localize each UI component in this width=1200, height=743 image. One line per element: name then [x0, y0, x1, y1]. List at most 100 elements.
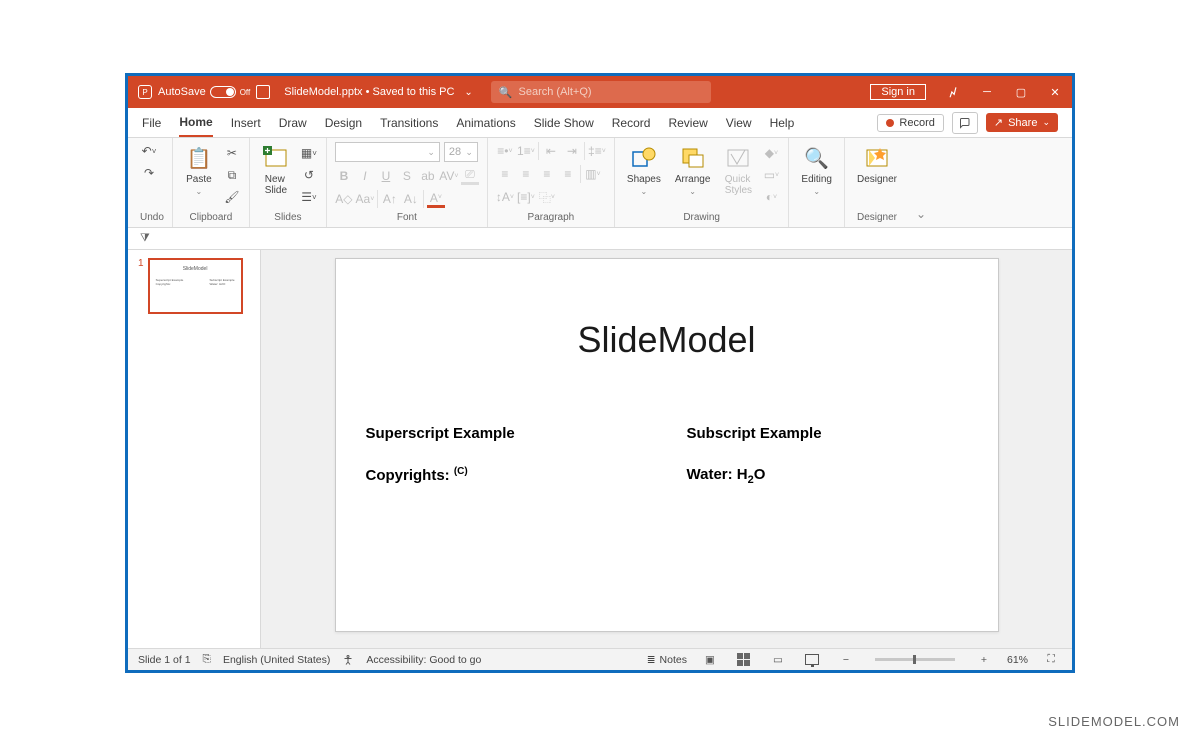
font-color-button[interactable]: A˅: [427, 190, 445, 208]
slide-title[interactable]: SlideModel: [366, 319, 968, 361]
line-spacing-button[interactable]: ‡≡˅: [588, 142, 606, 160]
slide-right-textbox[interactable]: Subscript Example Water: H2O: [687, 425, 968, 486]
shadow-button[interactable]: ab: [419, 167, 437, 185]
zoom-slider[interactable]: [875, 658, 955, 661]
sorter-view-button[interactable]: [733, 652, 755, 668]
toggle-pill-icon: [210, 86, 236, 98]
bold-button[interactable]: B: [335, 167, 353, 185]
fit-to-window-button[interactable]: ⛶: [1040, 652, 1062, 668]
reading-view-button[interactable]: ▭: [767, 652, 789, 668]
chevron-down-icon[interactable]: ⌄: [464, 87, 472, 98]
slideshow-view-button[interactable]: [801, 652, 823, 668]
group-paragraph: ≡•˅ 1≡˅ ⇤ ⇥ ‡≡˅ ≡ ≡ ≡ ≡ ▥˅: [488, 138, 615, 227]
grow-font-button[interactable]: A↑: [381, 190, 399, 208]
columns-button[interactable]: ▥˅: [584, 165, 602, 183]
signin-button[interactable]: Sign in: [870, 84, 926, 100]
tab-animations[interactable]: Animations: [456, 116, 515, 130]
clear-format-button[interactable]: A◇: [335, 190, 353, 208]
char-spacing-button[interactable]: AV˅: [440, 167, 458, 185]
search-icon: 🔍: [803, 144, 831, 172]
numbering-button[interactable]: 1≡˅: [517, 142, 535, 160]
tab-draw[interactable]: Draw: [279, 116, 307, 130]
reset-button[interactable]: ↺: [300, 166, 318, 184]
tab-record[interactable]: Record: [612, 116, 651, 130]
shapes-button[interactable]: Shapes⌄: [623, 142, 665, 198]
share-button[interactable]: ↗ Share ⌄: [986, 113, 1058, 132]
designer-button[interactable]: Designer: [853, 142, 901, 187]
group-label-clipboard: Clipboard: [181, 212, 241, 225]
normal-view-button[interactable]: ▣: [699, 652, 721, 668]
change-case-button[interactable]: Aa˅: [356, 190, 374, 208]
font-name-select[interactable]: ⌄: [335, 142, 440, 162]
tab-transitions[interactable]: Transitions: [380, 116, 438, 130]
qat-customize-button[interactable]: ⧩: [140, 232, 150, 245]
align-center-button[interactable]: ≡: [517, 165, 535, 183]
autosave-toggle[interactable]: AutoSave Off: [158, 86, 250, 98]
language-button[interactable]: English (United States): [223, 654, 330, 666]
shape-fill-button[interactable]: ◆˅: [762, 144, 780, 162]
tab-review[interactable]: Review: [668, 116, 707, 130]
cut-button[interactable]: ✂: [223, 144, 241, 162]
align-right-button[interactable]: ≡: [538, 165, 556, 183]
italic-button[interactable]: I: [356, 167, 374, 185]
maximize-button[interactable]: ▢: [1004, 76, 1038, 108]
slide-canvas-area[interactable]: SlideModel Superscript Example Copyright…: [261, 250, 1072, 648]
text-direction-button[interactable]: ↕A˅: [496, 188, 514, 206]
slide-left-textbox[interactable]: Superscript Example Copyrights: (C): [366, 425, 647, 486]
group-drawing: Shapes⌄ Arrange⌄ Quick Styles ◆˅ ▭˅: [615, 138, 790, 227]
tab-insert[interactable]: Insert: [231, 116, 261, 130]
slide-thumbnail-1[interactable]: SlideModel Superscript Example Copyright…: [148, 258, 243, 314]
shape-outline-button[interactable]: ▭˅: [762, 166, 780, 184]
align-left-button[interactable]: ≡: [496, 165, 514, 183]
filename[interactable]: SlideModel.pptx • Saved to this PC: [284, 86, 454, 98]
smartart-button[interactable]: ⿻˅: [538, 188, 556, 206]
tab-design[interactable]: Design: [325, 116, 362, 130]
zoom-level[interactable]: 61%: [1007, 654, 1028, 666]
tab-help[interactable]: Help: [770, 116, 795, 130]
search-input[interactable]: 🔍 Search (Alt+Q): [491, 81, 711, 103]
highlight-button[interactable]: ⎚: [461, 167, 479, 185]
save-icon[interactable]: [256, 85, 270, 99]
tab-view[interactable]: View: [726, 116, 752, 130]
comments-button[interactable]: [952, 112, 978, 134]
justify-button[interactable]: ≡: [559, 165, 577, 183]
tab-home[interactable]: Home: [179, 115, 212, 137]
bullets-button[interactable]: ≡•˅: [496, 142, 514, 160]
font-size-select[interactable]: 28⌄: [444, 142, 478, 162]
shrink-font-button[interactable]: A↓: [402, 190, 420, 208]
accessibility-icon: [342, 654, 354, 666]
accessibility-button[interactable]: Accessibility: Good to go: [366, 654, 481, 666]
redo-button[interactable]: ↷: [140, 164, 158, 182]
undo-button[interactable]: ↶˅: [140, 142, 158, 160]
tab-slideshow[interactable]: Slide Show: [534, 116, 594, 130]
indent-right-button[interactable]: ⇥: [563, 142, 581, 160]
format-painter-button[interactable]: 🖌: [223, 188, 241, 206]
slide-counter[interactable]: Slide 1 of 1: [138, 654, 191, 666]
new-slide-button[interactable]: New Slide: [258, 142, 294, 198]
tab-file[interactable]: File: [142, 116, 161, 130]
minimize-button[interactable]: ─: [970, 76, 1004, 108]
arrange-button[interactable]: Arrange⌄: [671, 142, 715, 198]
align-text-button[interactable]: [≡]˅: [517, 188, 535, 206]
strike-button[interactable]: S: [398, 167, 416, 185]
collapse-ribbon-button[interactable]: ⌄: [909, 138, 933, 227]
group-label-font: Font: [335, 212, 479, 225]
section-button[interactable]: ☰˅: [300, 188, 318, 206]
zoom-in-button[interactable]: +: [973, 652, 995, 668]
quick-styles-icon: [724, 144, 752, 172]
paste-button[interactable]: 📋 Paste ⌄: [181, 142, 217, 198]
editing-button[interactable]: 🔍 Editing⌄: [797, 142, 836, 198]
notes-button[interactable]: ≣ Notes: [647, 654, 687, 666]
close-button[interactable]: ✕: [1038, 76, 1072, 108]
copy-button[interactable]: ⧉: [223, 166, 241, 184]
record-button[interactable]: Record: [877, 114, 943, 132]
underline-button[interactable]: U: [377, 167, 395, 185]
group-label-paragraph: Paragraph: [496, 212, 606, 225]
indent-left-button[interactable]: ⇤: [542, 142, 560, 160]
shape-effects-button[interactable]: ◐˅: [762, 188, 780, 206]
zoom-out-button[interactable]: −: [835, 652, 857, 668]
coming-soon-icon[interactable]: [936, 76, 970, 108]
layout-button[interactable]: ▦˅: [300, 144, 318, 162]
slide[interactable]: SlideModel Superscript Example Copyright…: [335, 258, 999, 632]
quick-styles-button[interactable]: Quick Styles: [720, 142, 756, 198]
